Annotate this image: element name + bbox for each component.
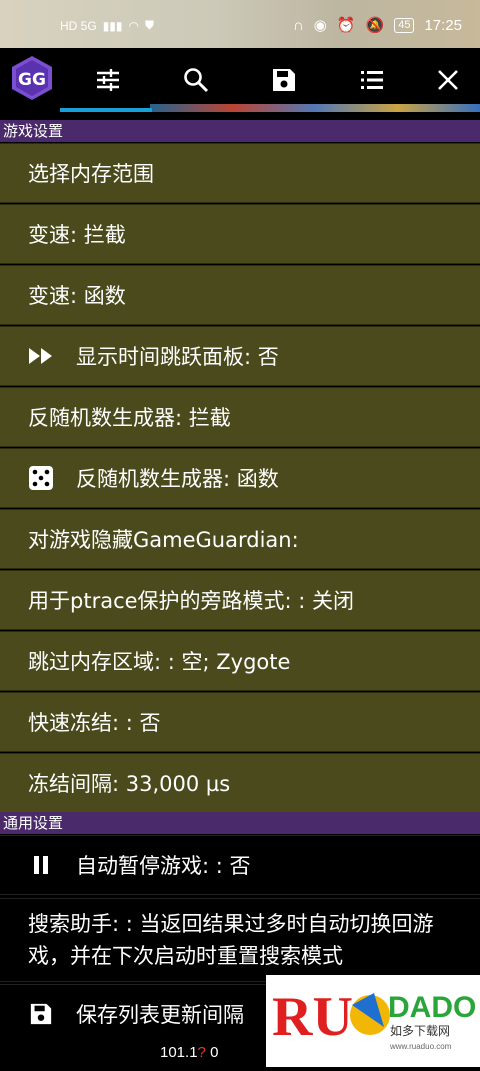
setting-memory-range[interactable]: 选择内存范围 xyxy=(0,143,480,203)
setting-label: 反随机数生成器: 拦截 xyxy=(28,406,231,430)
signal-icon: ▮▮▮ xyxy=(102,18,123,33)
setting-label: 跳过内存区域: : 空; Zygote xyxy=(28,650,291,674)
app-toolbar: GG xyxy=(0,48,480,112)
setting-label: 冻结间隔: 33,000 µs xyxy=(28,772,231,796)
setting-label: 快速冻结: : 否 xyxy=(28,711,161,735)
status-question-mark: ? xyxy=(197,1044,206,1061)
network-indicators: HD 5G ▮▮▮ ◠ ⛊ xyxy=(60,18,154,33)
setting-ptrace-bypass[interactable]: 用于ptrace保护的旁路模式: : 关闭 xyxy=(0,570,480,630)
setting-label: 用于ptrace保护的旁路模式: : 关闭 xyxy=(28,589,355,613)
setting-label: 变速: 函数 xyxy=(28,284,126,308)
setting-skip-memory-regions[interactable]: 跳过内存区域: : 空; Zygote xyxy=(0,631,480,691)
list-icon xyxy=(361,71,383,89)
watermark-logo: RU DADO 如多下载网 www.ruaduo.com xyxy=(266,975,480,1067)
close-icon xyxy=(438,70,458,90)
floppy-icon xyxy=(28,1001,54,1027)
list-button[interactable] xyxy=(348,56,396,104)
sliders-icon xyxy=(97,69,119,91)
setting-label: 选择内存范围 xyxy=(28,162,154,186)
setting-speedhack-function[interactable]: 变速: 函数 xyxy=(0,265,480,325)
setting-label: 变速: 拦截 xyxy=(28,223,126,247)
mute-icon: 🔕 xyxy=(365,17,385,34)
background-app-peek xyxy=(150,104,480,112)
search-button[interactable] xyxy=(172,56,220,104)
clock: 17:25 xyxy=(424,16,462,34)
setting-label: 反随机数生成器: 函数 xyxy=(76,467,279,491)
battery-level: 45 xyxy=(394,17,415,33)
logo-text: GG xyxy=(18,70,46,90)
dice-icon xyxy=(28,465,54,491)
wifi-icon: ◠ xyxy=(128,18,139,33)
watermark-url: www.ruaduo.com xyxy=(389,1042,452,1051)
floppy-icon xyxy=(273,69,295,91)
status-right: ∩ ◉ ⏰ 🔕 45 17:25 xyxy=(292,16,462,35)
section-game-settings: 游戏设置 xyxy=(0,120,480,142)
setting-label: 自动暂停游戏: : 否 xyxy=(76,854,251,878)
setting-search-helper[interactable]: 搜索助手: : 当返回结果过多时自动切换回游戏，并在下次启动时重置搜索模式 xyxy=(0,898,480,982)
watermark-graphic: RU DADO 如多下载网 www.ruaduo.com xyxy=(272,986,476,1051)
app-logo[interactable]: GG xyxy=(8,54,56,102)
fast-forward-icon xyxy=(28,343,54,369)
signal-label: HD 5G xyxy=(60,18,97,33)
setting-rng-function[interactable]: 反随机数生成器: 函数 xyxy=(0,448,480,508)
setting-label: 搜索助手: : 当返回结果过多时自动切换回游戏，并在下次启动时重置搜索模式 xyxy=(28,912,434,968)
svg-text:DADO: DADO xyxy=(388,991,476,1024)
shield-icon: ⛊ xyxy=(144,18,154,32)
setting-label: 对游戏隐藏GameGuardian: xyxy=(28,528,299,552)
memory-status: 101.1? 0 xyxy=(160,1044,218,1061)
save-button[interactable] xyxy=(260,56,308,104)
status-value-right: 0 xyxy=(210,1044,219,1061)
setting-label: 显示时间跳跃面板: 否 xyxy=(76,345,279,369)
alarm-icon: ⏰ xyxy=(336,17,356,34)
close-button[interactable] xyxy=(424,56,472,104)
watermark-subtitle: 如多下载网 xyxy=(390,1023,450,1038)
setting-hide-gg[interactable]: 对游戏隐藏GameGuardian: xyxy=(0,509,480,569)
setting-speedhack-intercept[interactable]: 变速: 拦截 xyxy=(0,204,480,264)
setting-auto-pause[interactable]: 自动暂停游戏: : 否 xyxy=(0,835,480,895)
search-icon xyxy=(184,68,209,93)
setting-fast-freeze[interactable]: 快速冻结: : 否 xyxy=(0,692,480,752)
setting-time-jump-panel[interactable]: 显示时间跳跃面板: 否 xyxy=(0,326,480,386)
headphones-icon: ∩ xyxy=(292,16,304,34)
svg-text:RU: RU xyxy=(272,986,353,1048)
system-status-bar: HD 5G ▮▮▮ ◠ ⛊ ∩ ◉ ⏰ 🔕 45 17:25 xyxy=(0,0,480,48)
status-value-left: 101.1 xyxy=(160,1044,198,1061)
active-tab-indicator xyxy=(60,108,152,112)
settings-sliders-button[interactable] xyxy=(84,56,132,104)
eye-icon: ◉ xyxy=(313,17,327,34)
setting-rng-intercept[interactable]: 反随机数生成器: 拦截 xyxy=(0,387,480,447)
setting-label: 保存列表更新间隔 xyxy=(76,1003,244,1027)
setting-freeze-interval[interactable]: 冻结间隔: 33,000 µs xyxy=(0,753,480,813)
section-general-settings: 通用设置 xyxy=(0,812,480,834)
pause-icon xyxy=(28,852,54,878)
